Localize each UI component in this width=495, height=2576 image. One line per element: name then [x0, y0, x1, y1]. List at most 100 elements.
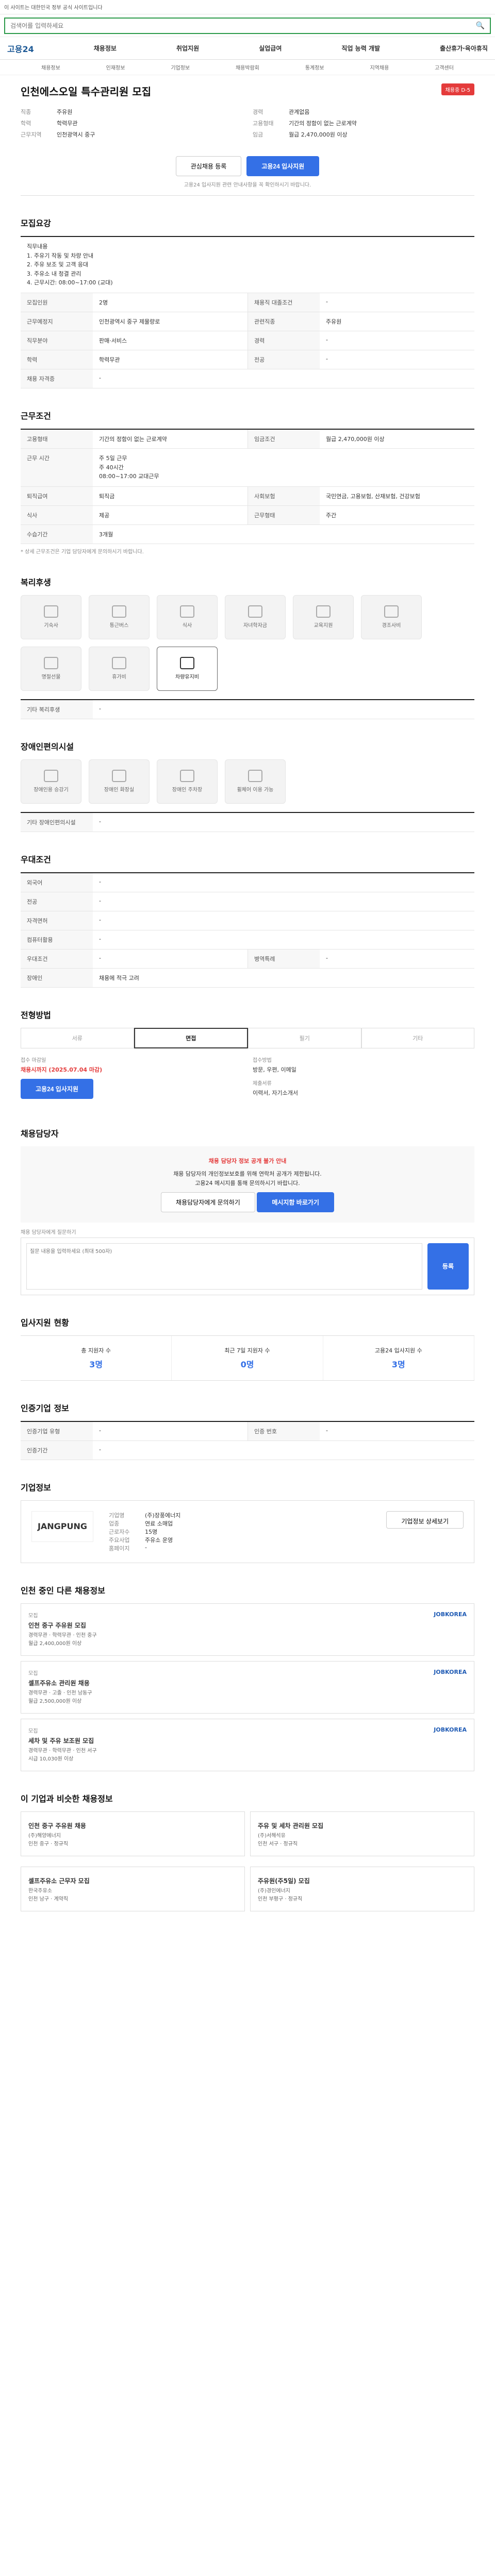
- qa-textarea[interactable]: [26, 1243, 422, 1290]
- welfare-item: 식사: [157, 595, 218, 639]
- table-row: 모집인원 2명 채용직 대졸조건 -: [21, 293, 474, 312]
- facility-item: 장애인용 승강기: [21, 759, 81, 804]
- welfare-label: 교육지원: [314, 623, 333, 629]
- stat-item: 총 지원자 수 3명: [21, 1335, 172, 1380]
- subnav-item[interactable]: 지역채용: [370, 63, 389, 71]
- table-row: 퇴직급여 퇴직금 사회보험 국민연금, 고용보험, 산재보험, 건강보험: [21, 486, 474, 506]
- gnb-item-jobs[interactable]: 채용정보: [94, 44, 117, 53]
- search-input[interactable]: [10, 22, 476, 29]
- site-logo[interactable]: 고용24: [7, 42, 34, 55]
- search-icon[interactable]: 🔍: [476, 22, 485, 30]
- ask-contact-button[interactable]: 채용담당자에게 문의하기: [161, 1192, 255, 1212]
- job-badge: 모집: [28, 1613, 38, 1619]
- subnav-item[interactable]: 기업정보: [171, 63, 190, 71]
- table-row: 인증기업 유형 - 인증 번호 -: [21, 1421, 474, 1441]
- apply-button-2[interactable]: 고용24 입사지원: [21, 1078, 93, 1099]
- subnav-item[interactable]: 통계정보: [305, 63, 324, 71]
- table-row: 우대조건 - 병역특례 -: [21, 949, 474, 969]
- summary-item: 직종 주유원: [21, 109, 73, 115]
- message-box-button[interactable]: 메시지함 바로가기: [257, 1192, 334, 1212]
- similar-job-card[interactable]: 주유원(주5일) 모집 (주)경인에너지 인천 부평구 · 정규직: [250, 1866, 474, 1911]
- welfare-label: 기숙사: [44, 623, 58, 629]
- cert-table: 인증기업 유형 - 인증 번호 - 인증기간 -: [21, 1420, 474, 1460]
- facility-icon: [112, 770, 126, 783]
- table-row: 자격면허 -: [21, 911, 474, 930]
- jobkorea-logo: JOBKOREA: [434, 1668, 467, 1675]
- similar-job-title[interactable]: 인천 중구 주유원 채용: [28, 1821, 86, 1830]
- job-title[interactable]: 세차 및 주유 보조원 모집: [28, 1736, 97, 1745]
- contact-panel: 채용 담당자 정보 공개 불가 안내 채용 담당자의 개인정보보호를 위해 연락…: [21, 1146, 474, 1223]
- summary-item: 고용형태 기간의 정함이 없는 근로계약: [253, 120, 357, 127]
- job-card-body: 모집 세차 및 주유 보조원 모집 경력무관 · 학력무관 · 인천 서구 시급 1…: [28, 1726, 97, 1764]
- company-detail-button[interactable]: 기업정보 상세보기: [386, 1511, 464, 1529]
- job-card[interactable]: 모집 셀프주유소 관리원 채용 경력무관 · 고졸 · 인천 남동구 월급 2,50…: [21, 1660, 474, 1714]
- welfare-icon: [316, 605, 331, 618]
- subnav-item[interactable]: 인재정보: [106, 63, 125, 71]
- welfare-item: 경조사비: [361, 595, 422, 639]
- table-row: 식사 제공 근무형태 주간: [21, 505, 474, 525]
- qa-submit-button[interactable]: 등록: [427, 1243, 469, 1290]
- section-title-condition: 근무조건: [21, 411, 51, 421]
- welfare-item: 차량유지비: [157, 646, 218, 691]
- welfare-label: 휴가비: [112, 674, 126, 681]
- section-title-method: 전형방법: [21, 1010, 51, 1020]
- similar-job-org: (주)서해석유: [258, 1833, 286, 1839]
- similar-job-card[interactable]: 주유 및 세차 관리원 모집 (주)서해석유인천 서구 · 정규직: [250, 1811, 474, 1856]
- welfare-icon: [248, 605, 262, 618]
- section-title-status: 입사지원 현황: [21, 1317, 69, 1328]
- other-jobs-list: 모집 인천 중구 주유원 모집 경력무관 · 학력무관 · 인천 중구 월급 2,4…: [21, 1603, 474, 1771]
- similar-jobs-grid: 인천 중구 주유원 채용 (주)해양에너지 인천 중구 · 정규직 주유 및 세차 관…: [21, 1811, 474, 1917]
- apply-method-value: 방문, 우편, 이메일: [253, 1066, 296, 1073]
- contact-alert: 채용 담당자 정보 공개 불가 안내: [208, 1157, 287, 1164]
- job-card[interactable]: 모집 인천 중구 주유원 모집 경력무관 · 학력무관 · 인천 중구 월급 2,4…: [21, 1603, 474, 1656]
- table-row: 장애인 채용에 적극 고려: [21, 968, 474, 988]
- table-row: 수습기간 3개월: [21, 524, 474, 544]
- contact-desc: 채용 담당자의 개인정보보호를 위해 연락처 공개가 제한됩니다. 고용24 메…: [173, 1171, 322, 1187]
- facility-item: 장애인 주차장: [157, 759, 218, 804]
- section-title-nearby: 이 기업과 비슷한 채용정보: [21, 1793, 113, 1804]
- welfare-item: 기숙사: [21, 595, 81, 639]
- gnb-item-unemployment[interactable]: 실업급여: [259, 44, 282, 53]
- gov-notice: 이 사이트는 대한민국 정부 공식 사이트입니다: [4, 5, 103, 11]
- similar-job-title[interactable]: 주유원(주5일) 모집: [258, 1876, 310, 1885]
- similar-job-title[interactable]: 주유 및 세차 관리원 모집: [258, 1821, 323, 1830]
- similar-job-body: 주유 및 세차 관리원 모집 (주)서해석유인천 서구 · 정규직: [258, 1819, 323, 1849]
- welfare-item: 명절선물: [21, 646, 81, 691]
- interest-button[interactable]: 관심채용 등록: [175, 156, 242, 176]
- welfare-icon: [112, 605, 126, 618]
- job-title[interactable]: 인천 중구 주유원 모집: [28, 1621, 97, 1630]
- job-title[interactable]: 셀프주유소 관리원 채용: [28, 1679, 92, 1687]
- similar-job-card[interactable]: 인천 중구 주유원 채용 (주)해양에너지 인천 중구 · 정규직: [21, 1811, 245, 1856]
- welfare-icon: [44, 657, 58, 670]
- section-title-etc: 인증기업 정보: [21, 1403, 69, 1413]
- summary-item: 근무지역 인천광역시 중구: [21, 131, 95, 138]
- jobkorea-logo: JOBKOREA: [434, 1611, 467, 1618]
- job-card[interactable]: 모집 세차 및 주유 보조원 모집 경력무관 · 학력무관 · 인천 서구 시급 1…: [21, 1718, 474, 1771]
- similar-job-body: 주유원(주5일) 모집 (주)경인에너지 인천 부평구 · 정규직: [258, 1874, 310, 1904]
- similar-job-meta: 인천 서구 · 정규직: [258, 1841, 298, 1847]
- gnb-item-employment-support[interactable]: 취업지원: [176, 44, 199, 53]
- subnav-item[interactable]: 채용정보: [41, 63, 60, 71]
- top-utility-bar: 이 사이트는 대한민국 정부 공식 사이트입니다: [0, 0, 495, 14]
- welfare-icon: [180, 657, 194, 670]
- search-box: 🔍: [4, 17, 491, 34]
- similar-job-body: 인천 중구 주유원 채용 (주)해양에너지 인천 중구 · 정규직: [28, 1819, 86, 1849]
- condition-table: 고용형태 기간의 정함이 없는 근로계약 임금조건 월급 2,470,000원 이상 …: [21, 428, 474, 544]
- subnav-item[interactable]: 채용박람회: [236, 63, 259, 71]
- similar-job-meta: 인천 남구 · 계약직: [28, 1896, 69, 1902]
- subnav-item[interactable]: 고객센터: [435, 63, 454, 71]
- gnb-item-leave[interactable]: 출산휴가·육아휴직: [440, 44, 488, 53]
- gnb-item-training[interactable]: 직업 능력 개발: [341, 44, 380, 53]
- stat-item: 고용24 입사지원 수 3명: [323, 1335, 474, 1380]
- similar-job-title[interactable]: 셀프주유소 근무자 모집: [28, 1876, 90, 1885]
- welfare-label: 식사: [182, 623, 192, 629]
- welfare-icon: [180, 605, 194, 618]
- deadline-value: 채용시까지 (2025.07.04 마감): [21, 1066, 103, 1073]
- welfare-item: 교육지원: [293, 595, 354, 639]
- recruit-table: 직무내용 1. 주유기 작동 및 차량 안내 2. 주유 보조 및 고객 응대 …: [21, 236, 474, 388]
- facility-label: 휠체어 이용 가능: [237, 787, 274, 793]
- similar-job-card[interactable]: 셀프주유소 근무자 모집 한국주유소 인천 남구 · 계약직: [21, 1866, 245, 1911]
- job-card-body: 모집 셀프주유소 관리원 채용 경력무관 · 고졸 · 인천 남동구 월급 2,50…: [28, 1669, 92, 1706]
- apply-button[interactable]: 고용24 입사지원: [246, 156, 320, 176]
- apply-stats: 총 지원자 수 3명 최근 7일 지원자 수 0명 고용24 입사지원 수 3명: [21, 1335, 474, 1381]
